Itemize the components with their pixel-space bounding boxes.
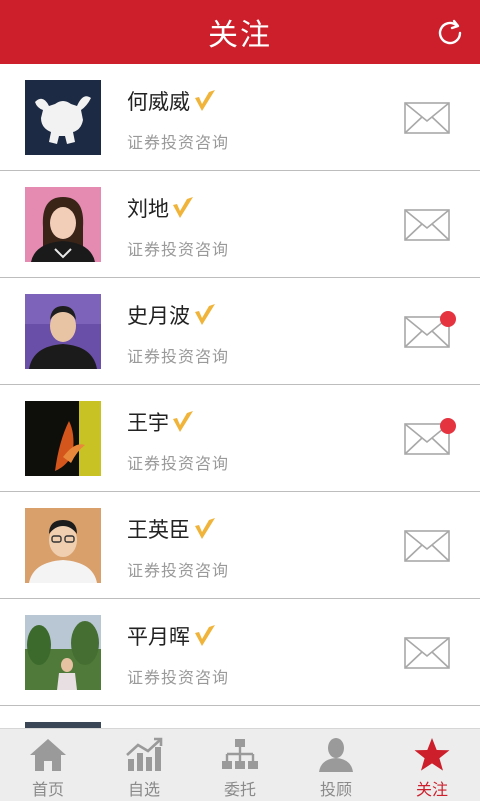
follow-list[interactable]: 何威威 证券投资咨询 刘地 证券投资咨询 史月波 证券投资咨询 王宇 证券投资咨… — [0, 64, 480, 728]
contact-subtitle: 证券投资咨询 — [127, 561, 230, 580]
envelope-icon[interactable] — [404, 637, 450, 669]
avatar — [25, 294, 101, 369]
list-item[interactable]: 刘地 证券投资咨询 — [0, 171, 480, 278]
verified-badge-icon — [195, 518, 215, 539]
envelope-icon[interactable] — [404, 530, 450, 562]
list-item[interactable]: 王英臣 证券投资咨询 — [0, 492, 480, 599]
contact-subtitle: 证券投资咨询 — [127, 454, 230, 473]
tab-label: 关注 — [415, 780, 448, 799]
contact-name: 王英臣 — [127, 518, 190, 542]
contact-subtitle: 证券投资咨询 — [127, 133, 230, 152]
unread-dot — [440, 418, 456, 434]
verified-badge-icon — [195, 304, 215, 325]
advisor-person-icon — [319, 738, 353, 772]
avatar — [25, 401, 101, 476]
tab-advisor[interactable]: 投顾 — [288, 729, 384, 801]
contact-name: 刘地 — [127, 197, 169, 221]
list-item[interactable]: 王宇 证券投资咨询 — [0, 385, 480, 492]
list-item[interactable]: 平月晖 证券投资咨询 — [0, 599, 480, 706]
tab-home[interactable]: 首页 — [0, 729, 96, 801]
avatar — [25, 508, 101, 583]
contact-name: 王宇 — [127, 411, 169, 435]
bottom-tab-bar: 首页 自选 委托 投顾 关注 — [0, 728, 480, 801]
tab-label: 首页 — [31, 780, 64, 799]
stock-chart-icon — [126, 737, 163, 771]
app-header: 关注 — [0, 0, 480, 64]
verified-badge-icon — [195, 90, 215, 111]
tab-label: 委托 — [223, 780, 256, 799]
avatar — [25, 615, 101, 690]
home-icon — [30, 739, 66, 771]
verified-badge-icon — [195, 625, 215, 646]
org-chart-icon — [222, 739, 258, 769]
contact-name: 史月波 — [127, 304, 190, 328]
tab-follow[interactable]: 关注 — [384, 729, 480, 801]
contact-subtitle: 证券投资咨询 — [127, 347, 230, 366]
page-title: 关注 — [208, 18, 272, 53]
list-item[interactable]: 史月波 证券投资咨询 — [0, 278, 480, 385]
list-item[interactable] — [0, 706, 480, 728]
verified-badge-icon — [173, 411, 193, 432]
contact-subtitle: 证券投资咨询 — [127, 668, 230, 687]
refresh-icon[interactable] — [434, 17, 466, 49]
verified-badge-icon — [173, 197, 193, 218]
envelope-icon[interactable] — [404, 209, 450, 241]
tab-label: 自选 — [127, 780, 160, 799]
tab-orders[interactable]: 委托 — [192, 729, 288, 801]
contact-name: 何威威 — [127, 90, 190, 114]
list-item[interactable]: 何威威 证券投资咨询 — [0, 64, 480, 171]
tab-label: 投顾 — [319, 780, 352, 799]
contact-name: 平月晖 — [127, 625, 190, 649]
avatar — [25, 187, 101, 262]
avatar — [25, 80, 101, 155]
contact-subtitle: 证券投资咨询 — [127, 240, 230, 259]
star-icon — [414, 738, 450, 771]
envelope-icon[interactable] — [404, 102, 450, 134]
tab-watchlist[interactable]: 自选 — [96, 729, 192, 801]
unread-dot — [440, 311, 456, 327]
